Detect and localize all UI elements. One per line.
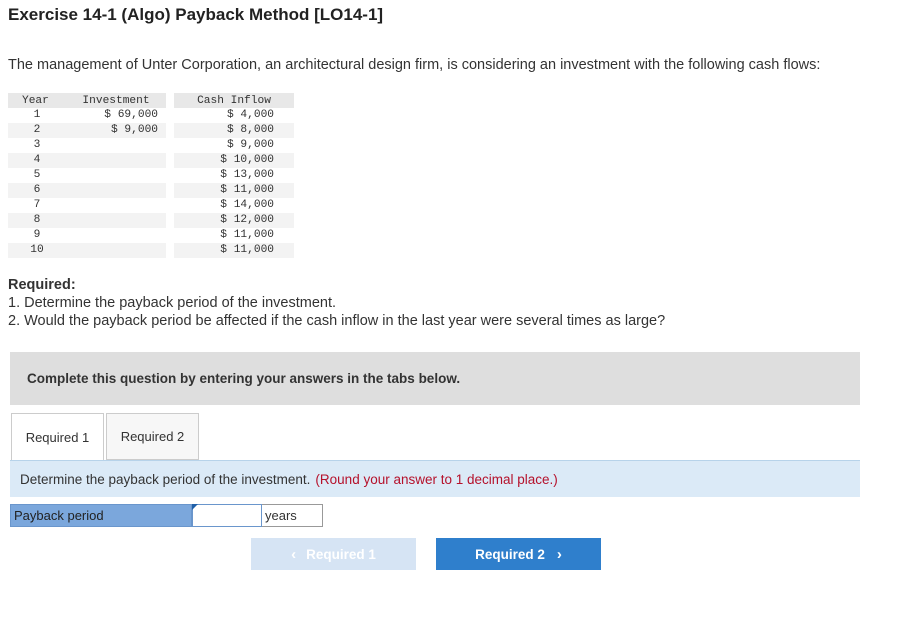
rounding-hint: (Round your answer to 1 decimal place.): [315, 471, 558, 487]
cell-cash-inflow: $ 9,000: [227, 139, 274, 151]
column-separator: [166, 243, 174, 258]
cell-year: 1: [33, 109, 41, 121]
tab-required-1[interactable]: Required 1: [11, 413, 104, 461]
payback-period-label: Payback period: [10, 504, 192, 527]
cell-year: 9: [33, 229, 41, 241]
cash-flow-table: Year Investment Cash Inflow 1 $ 69,000 $ 4…: [8, 93, 294, 258]
table-row: 5 $ 13,000: [8, 168, 294, 183]
cell-cash-inflow: $ 11,000: [220, 229, 274, 241]
column-separator: [166, 168, 174, 183]
unit-label: years: [262, 504, 323, 527]
cell-investment: [66, 243, 166, 258]
column-separator: [166, 228, 174, 243]
cell-cash-inflow: $ 8,000: [174, 123, 294, 138]
cell-year: 4: [8, 153, 66, 168]
table-row: 9 $ 11,000: [8, 228, 294, 243]
column-separator: [166, 198, 174, 213]
column-separator: [166, 93, 174, 108]
chevron-right-icon: ›: [556, 545, 562, 563]
cell-investment: [66, 168, 166, 183]
table-row: 10 $ 11,000: [8, 243, 294, 258]
page-title: Exercise 14-1 (Algo) Payback Method [LO1…: [8, 5, 384, 24]
cell-investment: [66, 183, 166, 198]
cell-year: 10: [8, 243, 66, 258]
prev-required-1-button[interactable]: ‹ Required 1: [251, 538, 416, 570]
table-row: 2 $ 9,000 $ 8,000: [8, 123, 294, 138]
header-investment: Investment: [66, 93, 166, 108]
input-flag-icon: [192, 504, 198, 510]
required-item-1: 1. Determine the payback period of the i…: [8, 295, 337, 311]
question-instruction: Determine the payback period of the inve…: [10, 460, 860, 497]
cell-year: 3: [33, 139, 41, 151]
table-header-row: Year Investment Cash Inflow: [8, 93, 294, 108]
table-row: 3 $ 9,000: [8, 138, 294, 153]
cell-year: 6: [8, 183, 66, 198]
header-year: Year: [8, 93, 66, 108]
next-button-label: Required 2: [475, 546, 545, 562]
prev-button-label: Required 1: [306, 546, 376, 562]
cell-investment: [66, 138, 166, 153]
column-separator: [166, 183, 174, 198]
cell-year: 2: [8, 123, 66, 138]
table-row: 4 $ 10,000: [8, 153, 294, 168]
table-row: 1 $ 69,000 $ 4,000: [8, 108, 294, 123]
table-row: 8 $ 12,000: [8, 213, 294, 228]
cell-investment: [66, 198, 166, 213]
required-section: Required: 1. Determine the payback perio…: [8, 276, 665, 330]
banner-text: Complete this question by entering your …: [27, 371, 461, 386]
instructions-banner: Complete this question by entering your …: [10, 352, 860, 405]
cell-cash-inflow: $ 14,000: [220, 199, 274, 211]
next-required-2-button[interactable]: Required 2 ›: [436, 538, 601, 570]
column-separator: [166, 123, 174, 138]
cell-year: 5: [33, 169, 41, 181]
cell-cash-inflow: $ 10,000: [174, 153, 294, 168]
column-separator: [166, 213, 174, 228]
column-separator: [166, 138, 174, 153]
cell-cash-inflow: $ 4,000: [227, 109, 274, 121]
tab-required-2[interactable]: Required 2: [106, 413, 199, 460]
table-row: 7 $ 14,000: [8, 198, 294, 213]
question-text: Determine the payback period of the inve…: [20, 471, 311, 487]
intro-text: The management of Unter Corporation, an …: [8, 57, 821, 73]
required-item-2: 2. Would the payback period be affected …: [8, 313, 666, 329]
chevron-left-icon: ‹: [291, 545, 297, 563]
cell-cash-inflow: $ 11,000: [174, 183, 294, 198]
cell-year: 8: [8, 213, 66, 228]
cell-cash-inflow: $ 12,000: [174, 213, 294, 228]
cell-investment: [66, 213, 166, 228]
cell-year: 7: [33, 199, 41, 211]
payback-period-input[interactable]: [192, 504, 262, 527]
cell-cash-inflow: $ 11,000: [174, 243, 294, 258]
column-separator: [166, 108, 174, 123]
table-row: 6 $ 11,000: [8, 183, 294, 198]
cell-investment: $ 69,000: [104, 109, 158, 121]
cell-investment: $ 9,000: [66, 123, 166, 138]
required-heading: Required:: [8, 277, 76, 293]
header-cash-inflow: Cash Inflow: [174, 93, 294, 108]
cell-investment: [66, 228, 166, 243]
cell-investment: [66, 153, 166, 168]
column-separator: [166, 153, 174, 168]
cell-cash-inflow: $ 13,000: [220, 169, 274, 181]
